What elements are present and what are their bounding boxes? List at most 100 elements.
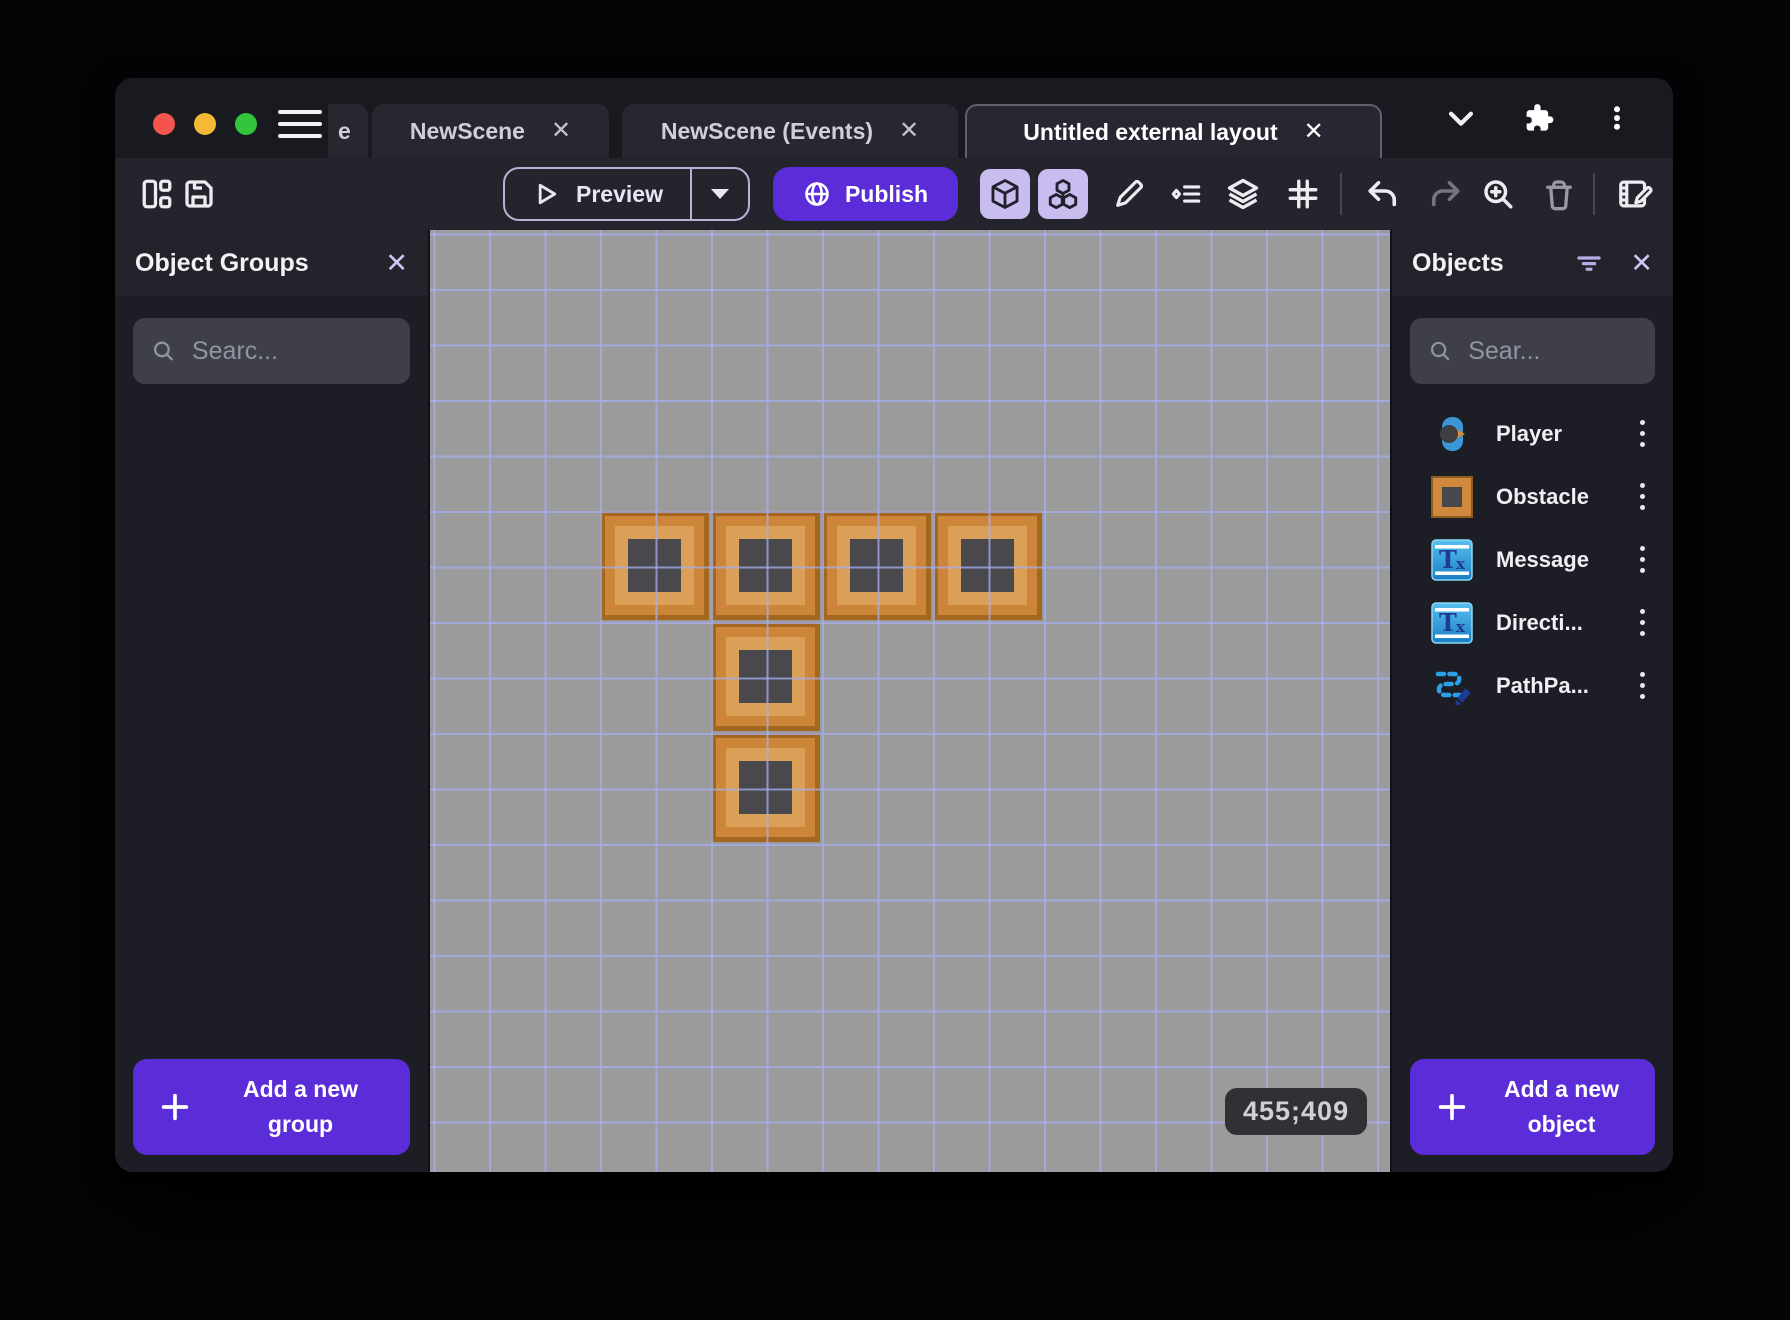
search-icon	[1430, 341, 1450, 361]
redo-icon[interactable]	[1423, 172, 1467, 216]
player-icon	[1440, 416, 1465, 451]
globe-icon	[805, 182, 829, 206]
edit-events-icon[interactable]	[1613, 172, 1657, 216]
object-groups-panel: Object Groups ✕ Add a new group	[115, 230, 430, 1172]
edit-object-button[interactable]	[980, 169, 1030, 219]
object-label: PathPa...	[1496, 672, 1589, 698]
grid-overlay	[430, 230, 1390, 1172]
text-object-icon: Tx	[1431, 601, 1473, 644]
minimize-window-button[interactable]	[194, 113, 216, 135]
gdevelop-window: e NewScene ✕ NewScene (Events) ✕ Untitle…	[115, 78, 1673, 1172]
add-object-button[interactable]: Add a new object	[1410, 1059, 1655, 1155]
tab-newscene[interactable]: NewScene ✕	[372, 104, 609, 158]
preview-button[interactable]: Preview	[503, 167, 750, 221]
svg-text:x: x	[1456, 555, 1466, 573]
objects-list: Player Obstacle Tx Message Tx Directi...	[1392, 402, 1673, 717]
publish-label: Publish	[844, 180, 929, 207]
object-menu-button[interactable]	[1625, 601, 1659, 645]
text-object-icon: Tx	[1431, 538, 1473, 581]
search-input[interactable]	[191, 336, 392, 366]
search-input[interactable]	[1468, 336, 1637, 366]
object-row-message[interactable]: Tx Message	[1392, 528, 1673, 591]
titlebar: e NewScene ✕ NewScene (Events) ✕ Untitle…	[115, 78, 1673, 158]
toolbar-divider	[1593, 173, 1595, 215]
tab-untitled-external-layout[interactable]: Untitled external layout ✕	[965, 104, 1382, 158]
close-icon[interactable]: ✕	[1630, 249, 1653, 277]
main-menu-button[interactable]	[278, 110, 322, 138]
chevron-down-icon[interactable]	[1439, 96, 1483, 140]
obstacle-tile[interactable]	[711, 511, 820, 620]
object-row-directions[interactable]: Tx Directi...	[1392, 591, 1673, 654]
search-icon	[154, 341, 173, 361]
toolbar: Preview Publish	[115, 158, 1673, 230]
obstacle-tile[interactable]	[933, 511, 1042, 620]
close-icon[interactable]: ✕	[1304, 120, 1324, 144]
cursor-coordinates-badge: 455;409	[1225, 1088, 1368, 1135]
objects-panel: Objects ✕ Player Obstacle	[1390, 230, 1673, 1172]
preview-label: Preview	[576, 180, 663, 207]
cube-icon	[991, 179, 1019, 209]
zoom-in-icon[interactable]	[1476, 172, 1520, 216]
svg-text:T: T	[1439, 545, 1457, 574]
tab-newscene-events[interactable]: NewScene (Events) ✕	[622, 104, 958, 158]
add-group-label-line1: Add a new	[242, 1076, 358, 1102]
tab-label: Untitled external layout	[1023, 118, 1278, 145]
publish-button[interactable]: Publish	[773, 167, 958, 221]
plus-icon	[1410, 1090, 1494, 1124]
plus-icon	[133, 1090, 217, 1124]
preview-dropdown-button[interactable]	[690, 169, 748, 219]
cubes-icon	[1048, 179, 1078, 210]
instance-list-icon[interactable]	[1164, 172, 1208, 216]
close-icon[interactable]: ✕	[551, 119, 571, 143]
filter-icon[interactable]	[1574, 248, 1604, 278]
object-menu-button[interactable]	[1625, 475, 1659, 519]
objects-search[interactable]	[1410, 318, 1655, 384]
add-group-label-line2: group	[267, 1111, 334, 1137]
path-paint-icon	[1435, 671, 1471, 706]
add-group-button[interactable]: Add a new group	[133, 1059, 410, 1155]
tab-label: NewScene	[409, 117, 525, 144]
close-window-button[interactable]	[153, 113, 175, 135]
grid-icon[interactable]	[1281, 172, 1325, 216]
close-icon[interactable]: ✕	[899, 119, 919, 143]
add-object-label-line2: object	[1527, 1111, 1596, 1137]
edit-instances-button[interactable]	[1038, 169, 1088, 219]
object-label: Directi...	[1496, 609, 1583, 635]
object-menu-button[interactable]	[1625, 538, 1659, 582]
pencil-icon[interactable]	[1107, 172, 1151, 216]
obstacle-tile[interactable]	[600, 511, 709, 620]
more-vertical-icon[interactable]	[1595, 96, 1639, 140]
layers-icon[interactable]	[1221, 172, 1265, 216]
object-row-obstacle[interactable]: Obstacle	[1392, 465, 1673, 528]
panel-layout-icon[interactable]	[135, 172, 179, 216]
object-label: Message	[1496, 546, 1589, 572]
tab-partial[interactable]: e	[328, 104, 368, 158]
svg-text:T: T	[1439, 608, 1457, 637]
toolbar-divider	[1340, 173, 1342, 215]
tab-label: e	[338, 117, 351, 144]
dropdown-caret-icon	[711, 189, 729, 199]
save-icon[interactable]	[177, 172, 221, 216]
close-icon[interactable]: ✕	[385, 249, 408, 277]
object-label: Obstacle	[1496, 483, 1589, 509]
object-groups-title: Object Groups	[135, 248, 309, 277]
add-object-label-line1: Add a new	[1503, 1076, 1619, 1102]
object-row-player[interactable]: Player	[1392, 402, 1673, 465]
scene-canvas[interactable]: 455;409	[430, 230, 1390, 1172]
obstacle-tile[interactable]	[711, 733, 820, 842]
object-menu-button[interactable]	[1625, 412, 1659, 456]
traffic-lights	[153, 113, 257, 135]
svg-text:x: x	[1456, 618, 1466, 636]
obstacle-tile[interactable]	[711, 622, 820, 731]
object-row-pathpaint[interactable]: PathPa...	[1392, 654, 1673, 717]
puzzle-icon[interactable]	[1517, 96, 1561, 140]
trash-icon[interactable]	[1537, 172, 1581, 216]
zoom-window-button[interactable]	[235, 113, 257, 135]
objects-title: Objects	[1412, 248, 1504, 277]
undo-icon[interactable]	[1361, 172, 1405, 216]
play-icon	[538, 183, 557, 205]
object-label: Player	[1496, 420, 1563, 446]
object-menu-button[interactable]	[1625, 664, 1659, 708]
obstacle-tile[interactable]	[822, 511, 931, 620]
object-groups-search[interactable]	[133, 318, 410, 384]
